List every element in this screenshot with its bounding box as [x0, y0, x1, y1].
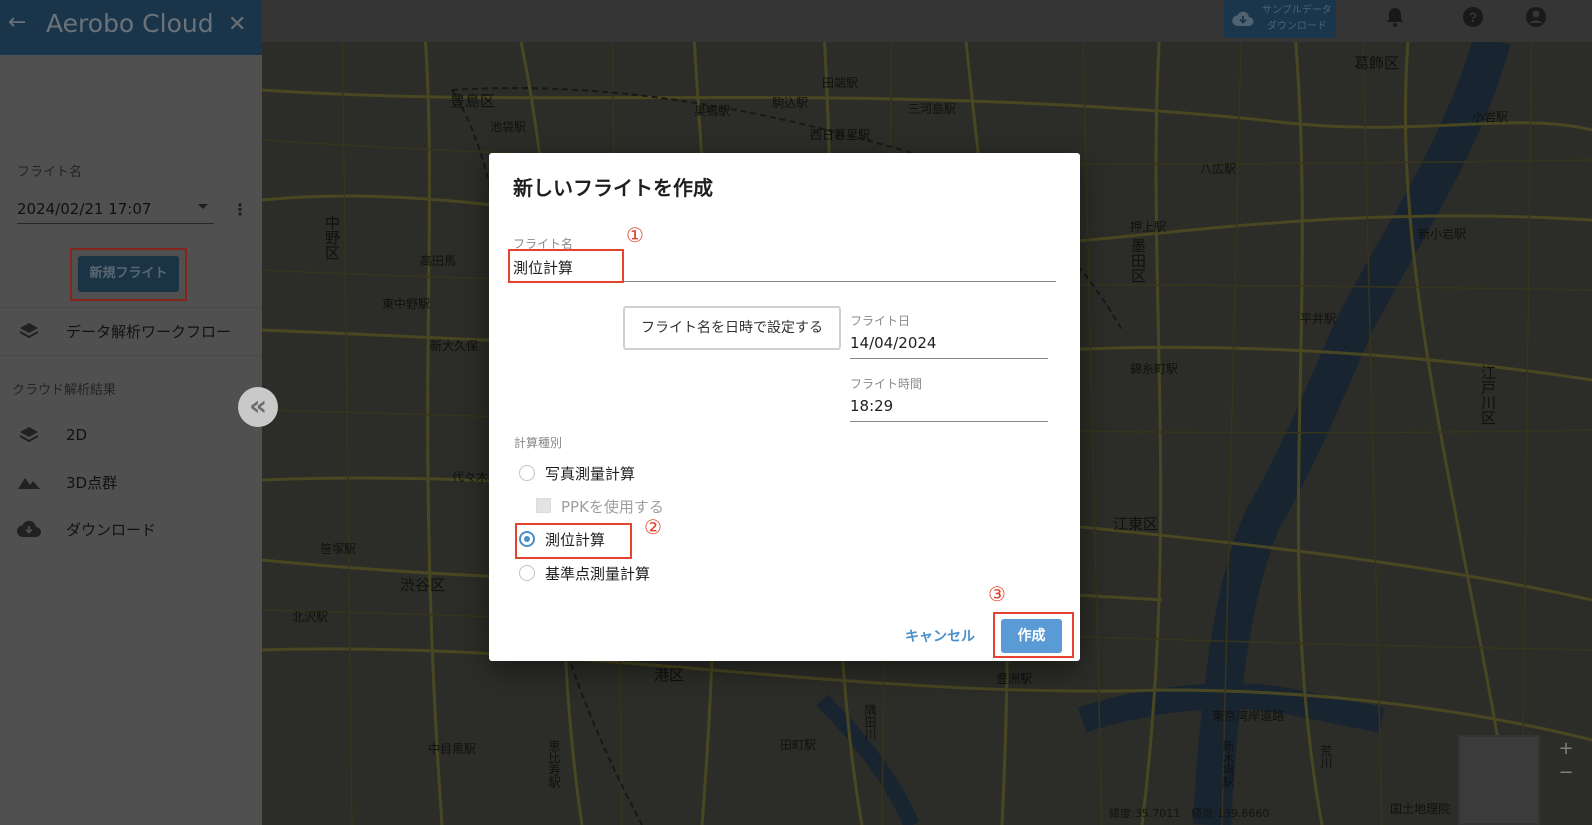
cancel-button[interactable]: キャンセル [905, 626, 975, 646]
ppk-checkbox[interactable] [536, 498, 551, 513]
collapse-panel-icon[interactable]: « [238, 387, 278, 427]
highlight-box-flight-name [508, 249, 624, 283]
flight-time-underline [850, 421, 1048, 422]
annotation-step-2: ② [644, 515, 662, 539]
dialog-title: 新しいフライトを作成 [513, 176, 713, 200]
radio-label-control-point[interactable]: 基準点測量計算 [545, 563, 650, 584]
flight-time-input[interactable]: 18:29 [850, 397, 893, 415]
calc-type-label: 計算種別 [514, 436, 563, 450]
radio-label-photogrammetry[interactable]: 写真測量計算 [545, 463, 635, 484]
radio-control-point[interactable] [519, 565, 535, 581]
flight-date-label: フライト日 [850, 314, 911, 328]
radio-photogrammetry[interactable] [519, 465, 535, 481]
flight-time-label: フライト時間 [850, 377, 923, 391]
new-flight-dialog: 新しいフライトを作成 フライト名 測位計算 ① フライト名を日時で設定する フラ… [489, 153, 1080, 661]
flight-date-underline [850, 358, 1048, 359]
set-name-from-datetime-button[interactable]: フライト名を日時で設定する [623, 306, 841, 350]
flight-date-input[interactable]: 14/04/2024 [850, 334, 936, 352]
annotation-step-1: ① [626, 223, 644, 247]
annotation-step-3: ③ [988, 582, 1006, 606]
highlight-box-positioning [515, 523, 632, 559]
ppk-checkbox-label[interactable]: PPKを使用する [561, 496, 664, 517]
highlight-box-create [993, 612, 1074, 658]
